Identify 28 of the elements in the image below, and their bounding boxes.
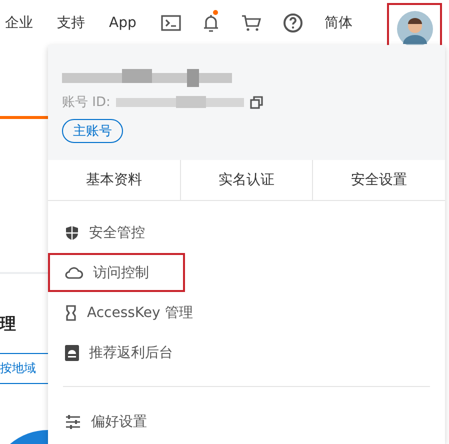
menu-item[interactable]: 偏好设置 bbox=[48, 402, 185, 441]
sliders-icon bbox=[65, 414, 81, 428]
cart-icon bbox=[241, 14, 262, 32]
account-type-tag: 主账号 bbox=[62, 119, 123, 143]
terminal-button[interactable] bbox=[160, 14, 182, 30]
account-tab[interactable]: 基本资料 bbox=[48, 160, 181, 200]
cloud-icon bbox=[65, 266, 83, 278]
help-button[interactable] bbox=[282, 12, 304, 32]
bell-button[interactable] bbox=[202, 12, 220, 32]
card-icon bbox=[65, 344, 79, 360]
nav-link[interactable]: 支持 bbox=[57, 14, 85, 32]
bell-icon bbox=[203, 12, 220, 32]
account-tab[interactable]: 安全设置 bbox=[313, 160, 446, 200]
shield-icon bbox=[65, 224, 79, 240]
copy-icon[interactable] bbox=[250, 96, 264, 108]
menu-item[interactable]: AccessKey 管理 bbox=[48, 293, 203, 332]
help-icon bbox=[283, 12, 304, 32]
avatar-icon bbox=[396, 11, 432, 47]
nav-link[interactable]: 企业 bbox=[5, 14, 33, 32]
terminal-icon bbox=[161, 14, 182, 30]
account-id-label: 账号 ID: bbox=[62, 94, 110, 111]
menu-item[interactable]: 推荐返利后台 bbox=[48, 333, 185, 372]
account-tab[interactable]: 实名认证 bbox=[180, 160, 314, 200]
menu-item[interactable]: 访问控制 bbox=[48, 253, 185, 292]
menu-item[interactable]: 安全管控 bbox=[48, 213, 185, 252]
nav-link[interactable]: 简体 bbox=[324, 14, 352, 32]
cart-button[interactable] bbox=[240, 14, 262, 32]
nav-link[interactable]: App bbox=[109, 14, 136, 30]
